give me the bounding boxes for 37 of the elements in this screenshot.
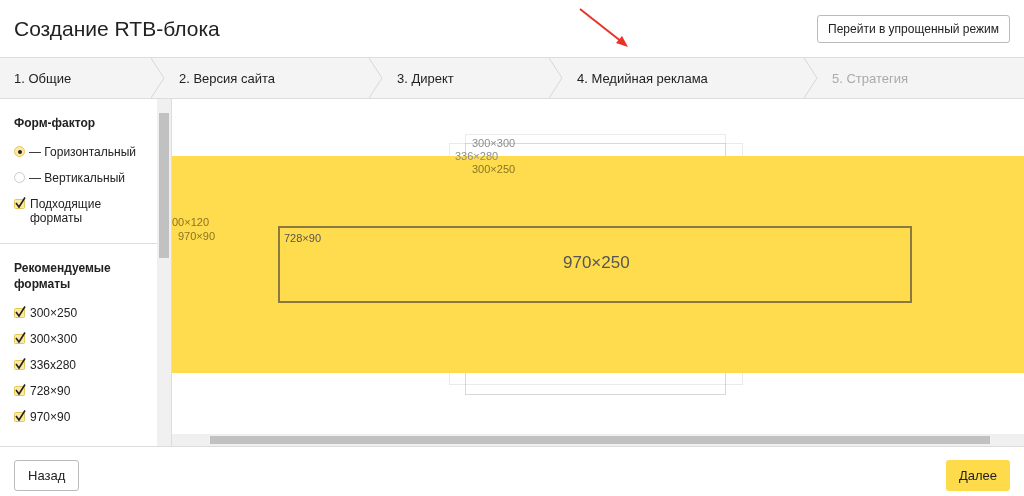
format-label: 970×90 bbox=[178, 230, 215, 242]
format-label: 970×250 bbox=[563, 253, 630, 273]
format-label: 300×250 bbox=[472, 163, 516, 175]
option-label: — Горизонтальный bbox=[29, 145, 136, 159]
option-label: Подходящие форматы bbox=[30, 197, 103, 225]
option-label: 300×250 bbox=[30, 306, 78, 320]
wizard-step[interactable]: 3. Директ bbox=[383, 58, 549, 98]
checkbox[interactable] bbox=[14, 384, 26, 396]
simple-mode-button[interactable]: Перейти в упрощенный режим bbox=[817, 14, 1010, 43]
option-label: 728×90 bbox=[30, 384, 71, 398]
format-label: 336×280 bbox=[455, 150, 499, 162]
annotation-arrow bbox=[578, 7, 630, 49]
page-title: Создание RTB-блока bbox=[14, 16, 220, 41]
checkbox[interactable] bbox=[14, 197, 26, 209]
option-label: 970×90 bbox=[30, 410, 71, 424]
radio-button[interactable] bbox=[14, 146, 25, 157]
vertical-scrollbar[interactable] bbox=[157, 99, 171, 446]
horizontal-scrollbar[interactable] bbox=[172, 434, 1024, 446]
checkbox[interactable] bbox=[14, 358, 26, 370]
section-title: Форм-фактор bbox=[14, 115, 97, 131]
option-label: 336x280 bbox=[30, 358, 77, 372]
checkbox[interactable] bbox=[14, 410, 26, 422]
format-label: 300×300 bbox=[472, 137, 516, 149]
checkbox[interactable] bbox=[14, 332, 26, 344]
wizard-step[interactable]: 1. Общие bbox=[0, 58, 151, 98]
option-label: 300×300 bbox=[30, 332, 78, 346]
checkbox[interactable] bbox=[14, 306, 26, 318]
next-button[interactable]: Далее bbox=[945, 460, 1010, 491]
wizard-step[interactable]: 2. Версия сайта bbox=[165, 58, 369, 98]
option-label: — Вертикальный bbox=[29, 171, 126, 185]
back-button[interactable]: Назад bbox=[14, 460, 80, 491]
wizard-step: 5. Стратегия bbox=[818, 58, 1024, 98]
format-label: 00×120 bbox=[172, 216, 209, 228]
format-label: 728×90 bbox=[284, 232, 321, 244]
wizard-step[interactable]: 4. Медийная реклама bbox=[563, 58, 804, 98]
radio-button[interactable] bbox=[14, 172, 25, 183]
section-title: Рекомендуемые форматы bbox=[14, 260, 112, 292]
